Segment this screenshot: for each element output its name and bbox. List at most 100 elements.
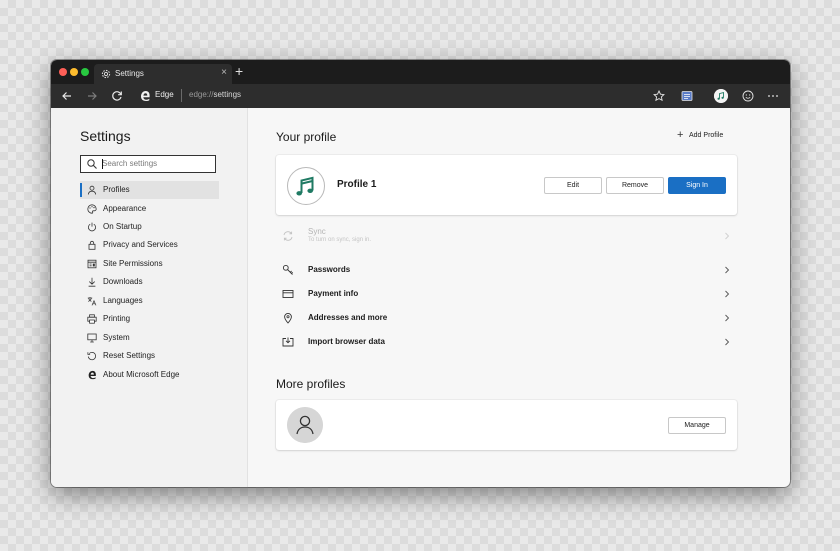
edge-logo-icon [141,91,150,101]
music-note-icon [287,167,325,205]
sidebar-item-label: System [103,333,130,342]
key-icon [282,264,294,275]
download-icon [88,277,96,287]
window-minimize-button[interactable] [70,68,78,76]
sidebar-item-on-startup[interactable]: On Startup [80,218,219,236]
chevron-right-icon [725,232,730,240]
star-icon[interactable] [651,88,667,104]
address-bar[interactable]: edge://settings [189,90,241,99]
sidebar-item-label: Profiles [103,185,130,194]
search-input[interactable] [102,157,210,170]
settings-sidebar: Settings Profiles Appearance On Startup … [51,108,248,487]
sync-row: Sync To turn on sync, sign in. [276,226,737,248]
sidebar-item-label: Reset Settings [103,351,156,360]
sidebar-item-reset-settings[interactable]: Reset Settings [80,347,219,365]
import-icon [282,337,294,347]
new-tab-button[interactable]: + [235,63,243,79]
back-arrow-icon[interactable] [59,88,75,104]
chevron-right-icon [725,290,730,298]
card-icon [282,290,294,298]
sync-label: Sync [308,227,326,236]
collections-icon[interactable] [679,88,695,104]
edit-button[interactable]: Edit [544,177,602,194]
search-box[interactable] [80,155,216,173]
passwords-row[interactable]: Passwords [276,260,737,282]
languages-icon [87,297,97,306]
settings-main: Your profile + Add Profile Profile 1 Edi… [248,108,790,487]
system-icon [87,333,97,343]
tab-title: Settings [115,69,144,78]
url-scheme: edge:// [189,90,214,99]
more-options-icon[interactable] [765,88,781,104]
plus-icon: + [677,129,684,141]
sidebar-item-about-edge[interactable]: About Microsoft Edge [80,366,219,384]
sidebar-item-label: Privacy and Services [103,240,178,249]
address-app-label: Edge [155,90,174,99]
sidebar-item-label: Languages [103,296,143,305]
sidebar-item-profiles[interactable]: Profiles [80,181,219,199]
manage-button[interactable]: Manage [668,417,726,434]
toolbar: Edge edge://settings [51,84,790,108]
reset-icon [87,351,97,361]
browser-window: Settings × + Edge edge://settings Settin… [51,60,790,487]
palette-icon [87,204,97,214]
sidebar-item-appearance[interactable]: Appearance [80,200,219,218]
text-cursor [102,159,103,169]
add-profile-label: Add Profile [689,132,724,139]
refresh-icon[interactable] [109,88,125,104]
printer-icon [87,314,97,324]
sync-subtitle: To turn on sync, sign in. [308,237,372,243]
payment-info-row[interactable]: Payment info [276,284,737,306]
person-icon [287,407,323,443]
sidebar-item-languages[interactable]: Languages [80,292,219,310]
gear-icon [101,69,111,79]
music-note-icon [714,89,728,103]
import-browser-data-label: Import browser data [308,337,385,346]
import-browser-data-row[interactable]: Import browser data [276,332,737,354]
sidebar-item-label: On Startup [103,222,142,231]
passwords-label: Passwords [308,265,351,274]
profile-card: Profile 1 Edit Remove Sign In [276,155,737,215]
addresses-label: Addresses and more [308,313,388,322]
tab-settings[interactable]: Settings × [94,64,232,84]
chevron-right-icon [725,314,730,322]
more-profiles-card: Manage [276,400,737,450]
sidebar-item-label: Appearance [103,204,147,213]
forward-arrow-icon[interactable] [84,88,100,104]
sidebar-item-site-permissions[interactable]: Site Permissions [80,255,219,273]
location-pin-icon [284,313,292,324]
lock-icon [88,240,96,250]
sync-icon [283,231,293,241]
sidebar-item-downloads[interactable]: Downloads [80,273,219,291]
remove-button[interactable]: Remove [606,177,664,194]
profile-name: Profile 1 [337,179,377,190]
sidebar-item-label: About Microsoft Edge [103,370,180,379]
smiley-feedback-icon[interactable] [740,88,756,104]
sidebar-title: Settings [80,128,131,144]
profile-avatar-button[interactable] [713,88,729,104]
your-profile-heading: Your profile [276,130,337,144]
tab-strip: Settings × + [51,60,790,84]
sidebar-item-label: Downloads [103,277,143,286]
window-close-button[interactable] [59,68,67,76]
edge-logo-icon [88,370,96,380]
sidebar-item-label: Printing [103,314,131,323]
sidebar-item-privacy[interactable]: Privacy and Services [80,236,219,254]
search-icon [87,159,97,169]
site-permissions-icon [87,259,97,269]
window-maximize-button[interactable] [81,68,89,76]
url-path: settings [213,90,242,99]
addresses-row[interactable]: Addresses and more [276,308,737,330]
sidebar-item-printing[interactable]: Printing [80,310,219,328]
tab-close-button[interactable]: × [221,67,227,78]
person-icon [87,185,97,195]
payment-info-label: Payment info [308,289,359,298]
address-separator [181,89,182,102]
sidebar-item-system[interactable]: System [80,329,219,347]
power-icon [88,222,96,232]
chevron-right-icon [725,338,730,346]
chevron-right-icon [725,266,730,274]
sign-in-button[interactable]: Sign In [668,177,726,194]
more-profiles-heading: More profiles [276,377,346,391]
sidebar-item-label: Site Permissions [103,259,163,268]
